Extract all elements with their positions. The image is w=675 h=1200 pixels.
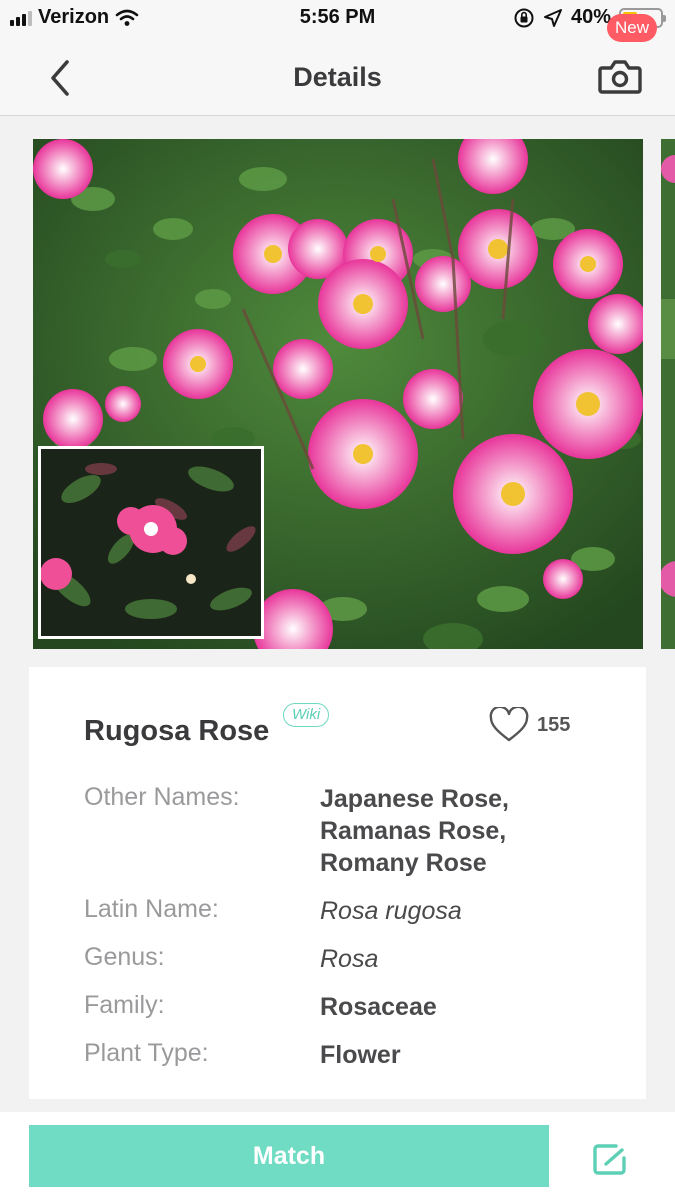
camera-button[interactable] bbox=[595, 52, 645, 102]
user-photo-image bbox=[41, 449, 261, 636]
camera-icon bbox=[598, 60, 642, 94]
other-name: Japanese Rose, bbox=[320, 785, 509, 813]
next-photo-preview[interactable] bbox=[661, 139, 675, 649]
detail-row-plant-type: Plant Type: Flower bbox=[84, 1039, 604, 1071]
plant-info-card: Rugosa Rose Wiki 155 Other Names: Japane… bbox=[29, 667, 646, 1099]
detail-value: Rosaceae bbox=[320, 993, 437, 1021]
detail-label: Other Names: bbox=[84, 783, 240, 811]
new-badge: New bbox=[607, 14, 658, 42]
location-arrow-icon bbox=[543, 8, 562, 27]
like-button[interactable]: 155 bbox=[489, 707, 570, 743]
wiki-link[interactable]: Wiki bbox=[283, 703, 330, 727]
detail-label: Genus: bbox=[84, 943, 165, 971]
other-name: Ramanas Rose, bbox=[320, 817, 507, 845]
detail-row-genus: Genus: Rosa bbox=[84, 943, 604, 975]
status-bar: Verizon 5:56 PM 40% bbox=[0, 0, 675, 40]
plant-name: Rugosa Rose bbox=[84, 715, 270, 747]
orientation-lock-icon bbox=[514, 8, 534, 27]
detail-value: Japanese Rose, Ramanas Rose, Romany Rose bbox=[320, 783, 604, 879]
detail-row-family: Family: Rosaceae bbox=[84, 991, 604, 1023]
detail-label: Plant Type: bbox=[84, 1039, 209, 1067]
other-name: Romany Rose bbox=[320, 849, 487, 877]
battery-percent: 40% bbox=[570, 6, 611, 28]
share-button[interactable] bbox=[588, 1136, 636, 1180]
detail-label: Family: bbox=[84, 991, 165, 1019]
nav-bar: Details bbox=[0, 40, 675, 116]
like-count: 155 bbox=[537, 713, 571, 736]
detail-value: Rosa bbox=[320, 945, 379, 973]
detail-value: Rosa rugosa bbox=[320, 897, 462, 925]
detail-row-latin-name: Latin Name: Rosa rugosa bbox=[84, 895, 604, 927]
next-photo-image bbox=[661, 139, 675, 649]
user-photo-thumbnail[interactable] bbox=[38, 446, 264, 639]
detail-value: Flower bbox=[320, 1041, 401, 1069]
page-title: Details bbox=[293, 62, 382, 92]
match-button[interactable]: Match bbox=[29, 1125, 549, 1187]
detail-label: Latin Name: bbox=[84, 895, 219, 923]
detail-row-other-names: Other Names: Japanese Rose, Ramanas Rose… bbox=[84, 783, 604, 879]
share-icon bbox=[593, 1144, 626, 1175]
heart-icon bbox=[489, 707, 529, 742]
bottom-bar: Match bbox=[0, 1112, 675, 1200]
